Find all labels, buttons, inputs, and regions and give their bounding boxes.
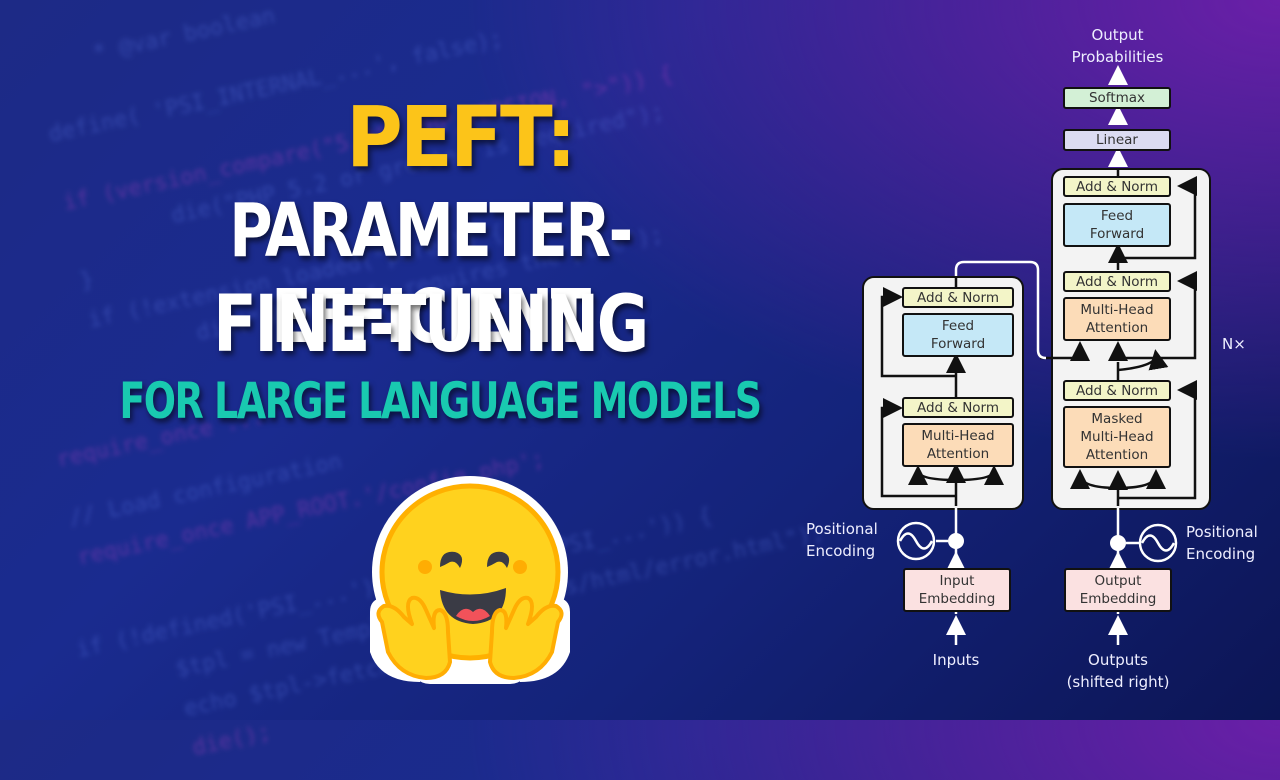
encoder-multi-head-attention: Multi-Head Attention: [902, 423, 1014, 467]
encoder-add-norm-top: Add & Norm: [902, 287, 1014, 308]
softmax-block: Softmax: [1063, 87, 1171, 109]
decoder-masked-attention: Masked Multi-Head Attention: [1063, 406, 1171, 468]
add-node-left: [948, 533, 964, 549]
decoder-add-norm-mid: Add & Norm: [1063, 271, 1171, 292]
encoder-feed-forward: Feed Forward: [902, 313, 1014, 357]
decoder-add-norm-bottom: Add & Norm: [1063, 380, 1171, 401]
decoder-add-norm-top: Add & Norm: [1063, 176, 1171, 197]
add-node-right: [1110, 535, 1126, 551]
positional-encoding-left-label: Positional Encoding: [806, 520, 878, 560]
output-probabilities-label: Output Probabilities: [1071, 26, 1164, 66]
encoder-add-norm-bottom: Add & Norm: [902, 397, 1014, 418]
linear-block: Linear: [1063, 129, 1171, 151]
inputs-label: Inputs: [932, 651, 980, 669]
decoder-feed-forward: Feed Forward: [1063, 203, 1171, 247]
decoder-nx-label: N×: [1222, 335, 1246, 353]
positional-encoding-right-label: Positional Encoding: [1186, 523, 1258, 563]
decoder-multi-head-attention: Multi-Head Attention: [1063, 297, 1171, 341]
outputs-label: Outputs (shifted right): [1066, 651, 1170, 691]
input-embedding-block: Input Embedding: [903, 568, 1011, 612]
output-embedding-block: Output Embedding: [1064, 568, 1172, 612]
